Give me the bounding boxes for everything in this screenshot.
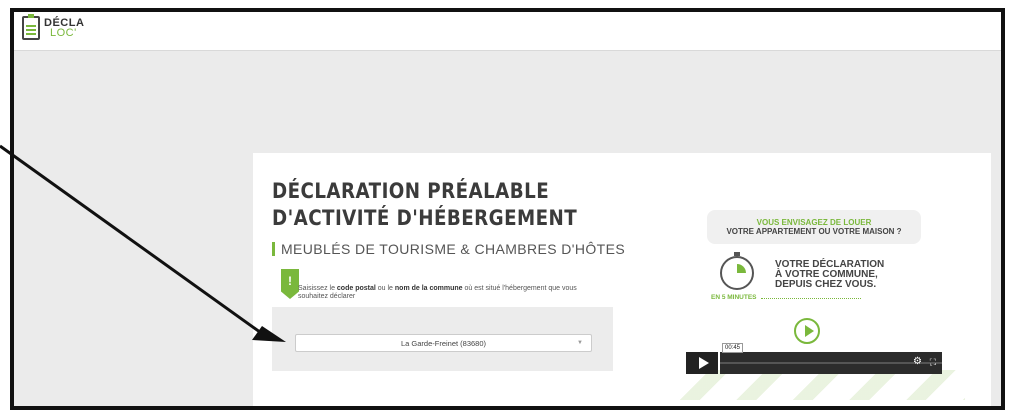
bubble-line2: VOTRE APPARTEMENT OU VOTRE MAISON ?: [726, 227, 902, 236]
chevron-down-icon: ▼: [577, 340, 583, 346]
main-card: DÉCLARATION PRÉALABLE D'ACTIVITÉ D'HÉBER…: [253, 153, 991, 406]
page-title-line1: DÉCLARATION PRÉALABLE: [272, 179, 550, 203]
progress-track[interactable]: [720, 362, 942, 364]
page-title: DÉCLARATION PRÉALABLE D'ACTIVITÉ D'HÉBER…: [272, 178, 577, 232]
five-minutes-label: EN 5 MINUTES: [711, 294, 757, 301]
settings-gear-icon[interactable]: ⚙: [913, 356, 922, 367]
dotted-divider: [761, 298, 861, 299]
logo-text-line2: LOC': [50, 27, 77, 39]
play-button[interactable]: [686, 352, 718, 374]
document-icon: [22, 14, 40, 40]
commune-select[interactable]: La Garde-Freinet (83680) ▼: [295, 334, 592, 352]
top-navbar: DÉCLA LOC': [14, 12, 1001, 51]
video-progress-bar[interactable]: 00:45 ⚙ ⛶: [720, 343, 942, 374]
page-subtitle: MEUBLÉS DE TOURISME & CHAMBRES D'HÔTES: [272, 241, 625, 257]
stopwatch-icon: [720, 252, 754, 290]
declaloc-logo[interactable]: DÉCLA LOC': [22, 14, 84, 40]
commune-select-value: La Garde-Freinet (83680): [400, 338, 487, 348]
video-headline: VOTRE DÉCLARATION À VOTRE COMMUNE, DEPUI…: [775, 259, 885, 290]
browser-frame: DÉCLA LOC' DÉCLARATION PRÉALABLE D'ACTIV…: [10, 8, 1005, 410]
time-display: 00:45: [722, 343, 744, 353]
page-title-line2: D'ACTIVITÉ D'HÉBERGEMENT: [272, 206, 578, 230]
bubble-line1: VOUS ENVISAGEZ DE LOUER: [756, 218, 872, 227]
fullscreen-icon[interactable]: ⛶: [930, 357, 936, 368]
subtitle-text: MEUBLÉS DE TOURISME & CHAMBRES D'HÔTES: [281, 241, 626, 257]
video-controls: 00:45 ⚙ ⛶: [686, 343, 942, 374]
search-instruction: Saisissez le code postal ou le nom de la…: [298, 285, 577, 300]
subtitle-accent-bar: [272, 242, 275, 256]
speech-bubble: VOUS ENVISAGEZ DE LOUER VOTRE APPARTEMEN…: [707, 210, 921, 244]
play-circle-icon[interactable]: [794, 318, 820, 344]
decorative-chevrons: [673, 370, 965, 400]
promo-video[interactable]: VOUS ENVISAGEZ DE LOUER VOTRE APPARTEMEN…: [673, 210, 965, 400]
commune-search-panel: ! Saisissez le code postal ou le nom de …: [272, 269, 613, 371]
